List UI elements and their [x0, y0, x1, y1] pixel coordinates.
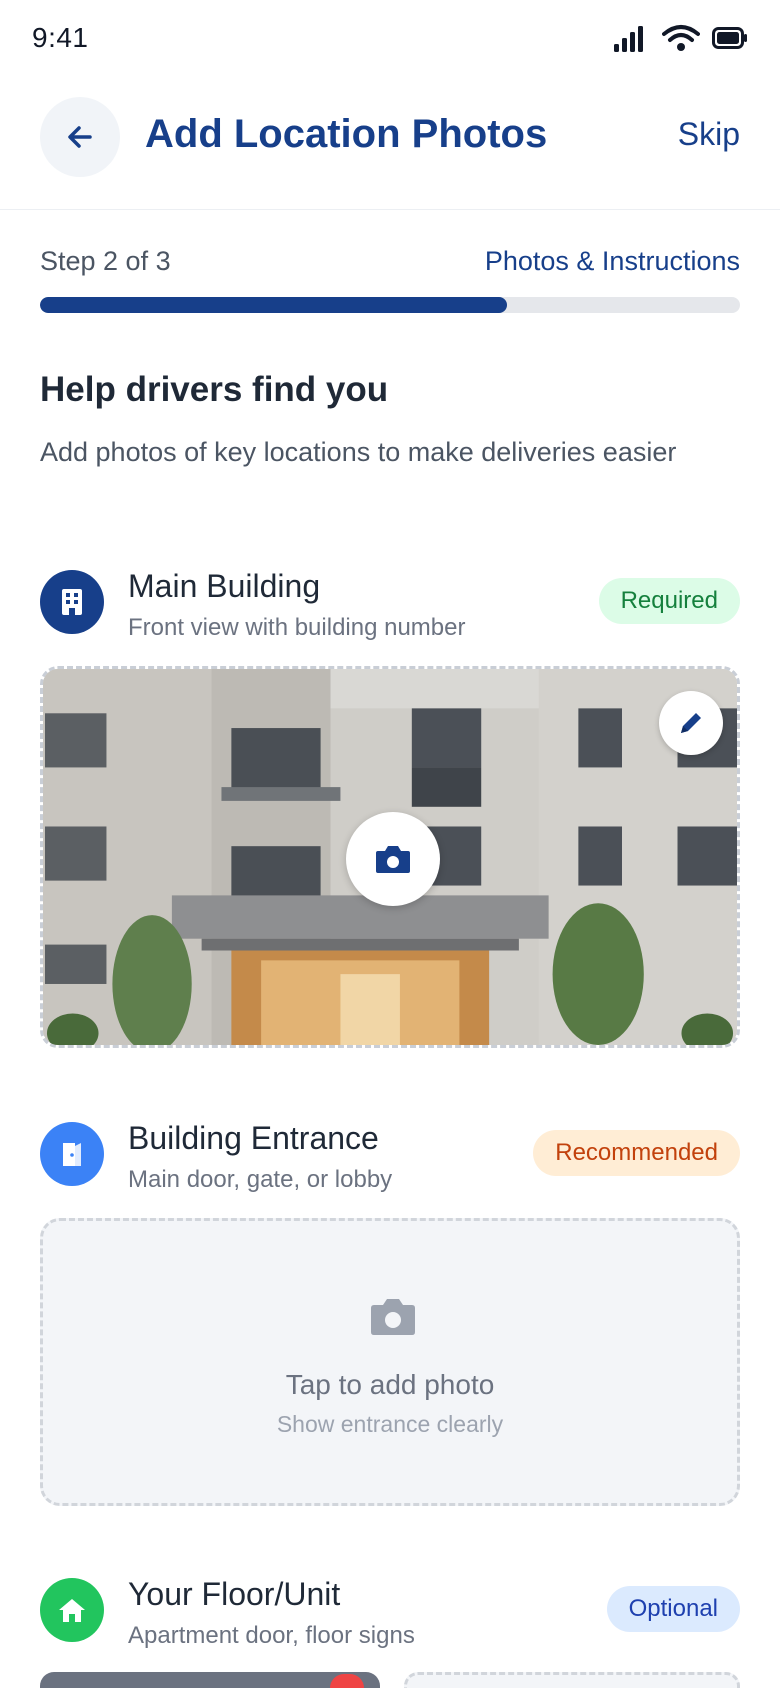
change-photo-button[interactable]: [346, 812, 440, 906]
camera-icon: [376, 846, 410, 873]
section-subtitle: Main door, gate, or lobby: [128, 1166, 393, 1193]
section-subtitle: Apartment door, floor signs: [128, 1622, 415, 1649]
floor-photo-row: [40, 1672, 740, 1688]
recommended-badge: Recommended: [533, 1130, 740, 1176]
battery-icon: [712, 27, 747, 49]
signal-icon: [614, 26, 643, 52]
upload-hint: Show entrance clearly: [276, 1411, 504, 1437]
camera-icon: [371, 1299, 415, 1335]
edit-photo-button[interactable]: [659, 691, 723, 755]
step-label: Step 2 of 3: [40, 246, 171, 276]
status-icons: [614, 24, 748, 52]
skip-button[interactable]: Skip: [678, 116, 740, 153]
status-time: 9:41: [32, 22, 89, 53]
step-name: Photos & Instructions: [484, 246, 740, 276]
add-entrance-photo-button[interactable]: Tap to add photo Show entrance clearly: [40, 1218, 740, 1506]
progress-bar: [40, 297, 740, 313]
door-icon: [40, 1122, 104, 1186]
page-title: Add Location Photos: [145, 112, 548, 156]
intro-text: Add photos of key locations to make deli…: [40, 437, 677, 467]
section-title: Main Building: [128, 568, 321, 604]
status-bar: 9:41: [0, 0, 780, 80]
optional-badge: Optional: [606, 1586, 740, 1632]
upload-label: Tap to add photo: [285, 1369, 495, 1400]
wifi-icon: [662, 25, 700, 51]
building-icon: [40, 570, 104, 634]
section-subtitle: Front view with building number: [128, 614, 466, 641]
pencil-icon: [681, 713, 701, 733]
section-title: Building Entrance: [128, 1120, 379, 1156]
section-title: Your Floor/Unit: [128, 1576, 341, 1612]
home-icon: [40, 1578, 104, 1642]
intro-heading: Help drivers find you: [40, 370, 389, 409]
header: Add Location Photos Skip: [0, 80, 780, 210]
progress-fill: [40, 297, 507, 313]
back-button[interactable]: [40, 97, 120, 177]
floor-photo-thumbnail[interactable]: [40, 1672, 380, 1688]
add-floor-photo-button[interactable]: [404, 1672, 740, 1688]
arrow-left-icon: [68, 126, 92, 148]
required-badge: Required: [598, 578, 740, 624]
main-building-photo[interactable]: [40, 666, 740, 1048]
